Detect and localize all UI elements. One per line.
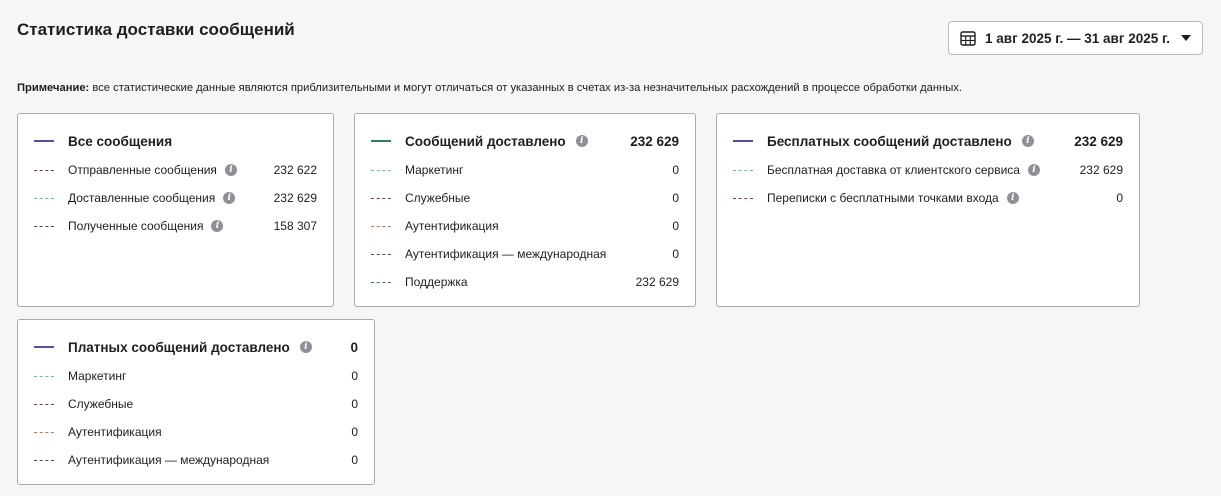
info-icon[interactable]: i (224, 164, 237, 176)
card-title: Сообщений доставлено (405, 133, 566, 149)
stat-row: Отправленные сообщения i 232 622 (34, 162, 317, 178)
note-label: Примечание: (17, 82, 90, 94)
caret-down-icon (1181, 35, 1191, 41)
legend-dash (371, 225, 391, 227)
stat-label: Бесплатная доставка от клиентского серви… (767, 163, 1020, 177)
stat-value: 232 629 (635, 275, 679, 289)
stat-row: Переписки с бесплатными точками входа i … (733, 190, 1123, 206)
stat-value: 232 629 (273, 191, 317, 205)
stat-row: Аутентификация — международная 0 (34, 452, 358, 468)
legend-line (34, 346, 54, 348)
legend-dash (733, 169, 753, 171)
legend-dash (34, 225, 54, 227)
stat-label: Поддержка (405, 275, 468, 289)
stat-row: Маркетинг 0 (371, 162, 679, 178)
stat-label: Отправленные сообщения (68, 163, 217, 177)
stat-value: 232 629 (1079, 163, 1123, 177)
stat-row: Маркетинг 0 (34, 368, 358, 384)
legend-dash (371, 281, 391, 283)
calendar-icon (960, 31, 976, 46)
legend-dash (34, 403, 54, 405)
date-range-picker[interactable]: 1 авг 2025 г. — 31 авг 2025 г. (948, 21, 1203, 55)
stat-value: 0 (1116, 191, 1123, 205)
stat-row: Аутентификация 0 (34, 424, 358, 440)
stat-label: Аутентификация — международная (68, 453, 270, 467)
info-icon[interactable]: i (299, 341, 312, 353)
stat-row: Доставленные сообщения i 232 629 (34, 190, 317, 206)
card-title: Платных сообщений доставлено (68, 339, 290, 355)
info-icon[interactable]: i (575, 135, 588, 147)
stat-value: 0 (672, 163, 679, 177)
stat-row: Полученные сообщения i 158 307 (34, 218, 317, 234)
stat-value: 0 (351, 397, 358, 411)
stat-row: Аутентификация 0 (371, 218, 679, 234)
legend-dash (733, 197, 753, 199)
legend-dash (34, 375, 54, 377)
stat-value: 0 (351, 369, 358, 383)
legend-dash (371, 169, 391, 171)
card-header: Бесплатных сообщений доставлено i 232 62… (733, 133, 1123, 149)
stat-label: Аутентификация — международная (405, 247, 607, 261)
stat-row: Аутентификация — международная 0 (371, 246, 679, 262)
paid-messages-card: Платных сообщений доставлено i 0 Маркети… (17, 319, 375, 485)
stat-value: 0 (351, 425, 358, 439)
card-title: Все сообщения (68, 133, 173, 149)
stat-value: 232 622 (273, 163, 317, 177)
legend-line (34, 140, 54, 142)
note-text: все статистические данные являются прибл… (89, 82, 962, 94)
stat-label: Аутентификация (405, 219, 499, 233)
card-title: Бесплатных сообщений доставлено (767, 133, 1012, 149)
stat-label: Переписки с бесплатными точками входа (767, 191, 999, 205)
legend-line (733, 140, 753, 142)
stat-row: Служебные 0 (34, 396, 358, 412)
stat-label: Служебные (405, 191, 471, 205)
info-icon[interactable]: i (223, 192, 236, 204)
stat-value: 0 (351, 453, 358, 467)
stat-row: Бесплатная доставка от клиентского серви… (733, 162, 1123, 178)
legend-dash (34, 169, 54, 171)
disclaimer-note: Примечание: все статистические данные яв… (17, 82, 962, 94)
info-icon[interactable]: i (1006, 192, 1019, 204)
card-total: 232 629 (1074, 133, 1123, 149)
stat-row: Служебные 0 (371, 190, 679, 206)
info-icon[interactable]: i (1021, 135, 1034, 147)
stat-label: Маркетинг (68, 369, 127, 383)
legend-line (371, 140, 391, 142)
all-messages-card: Все сообщения Отправленные сообщения i 2… (17, 113, 334, 307)
legend-dash (34, 197, 54, 199)
card-header: Все сообщения (34, 133, 317, 149)
info-icon[interactable]: i (1027, 164, 1040, 176)
stat-label: Доставленные сообщения (68, 191, 216, 205)
delivered-messages-card: Сообщений доставлено i 232 629 Маркетинг… (354, 113, 696, 307)
legend-dash (371, 197, 391, 199)
page-title: Статистика доставки сообщений (17, 20, 295, 39)
card-header: Платных сообщений доставлено i 0 (34, 339, 358, 355)
stat-value: 0 (672, 191, 679, 205)
card-header: Сообщений доставлено i 232 629 (371, 133, 679, 149)
card-total: 232 629 (630, 133, 679, 149)
stat-label: Полученные сообщения (68, 219, 204, 233)
free-messages-card: Бесплатных сообщений доставлено i 232 62… (716, 113, 1140, 307)
card-total: 0 (350, 339, 358, 355)
stat-label: Аутентификация (68, 425, 162, 439)
legend-dash (34, 431, 54, 433)
stat-label: Маркетинг (405, 163, 464, 177)
date-range-text: 1 авг 2025 г. — 31 авг 2025 г. (985, 30, 1170, 46)
info-icon[interactable]: i (211, 220, 224, 232)
legend-dash (34, 459, 54, 461)
stat-label: Служебные (68, 397, 134, 411)
stat-value: 158 307 (273, 219, 317, 233)
legend-dash (371, 253, 391, 255)
stat-value: 0 (672, 247, 679, 261)
stat-value: 0 (672, 219, 679, 233)
stat-row: Поддержка 232 629 (371, 274, 679, 290)
